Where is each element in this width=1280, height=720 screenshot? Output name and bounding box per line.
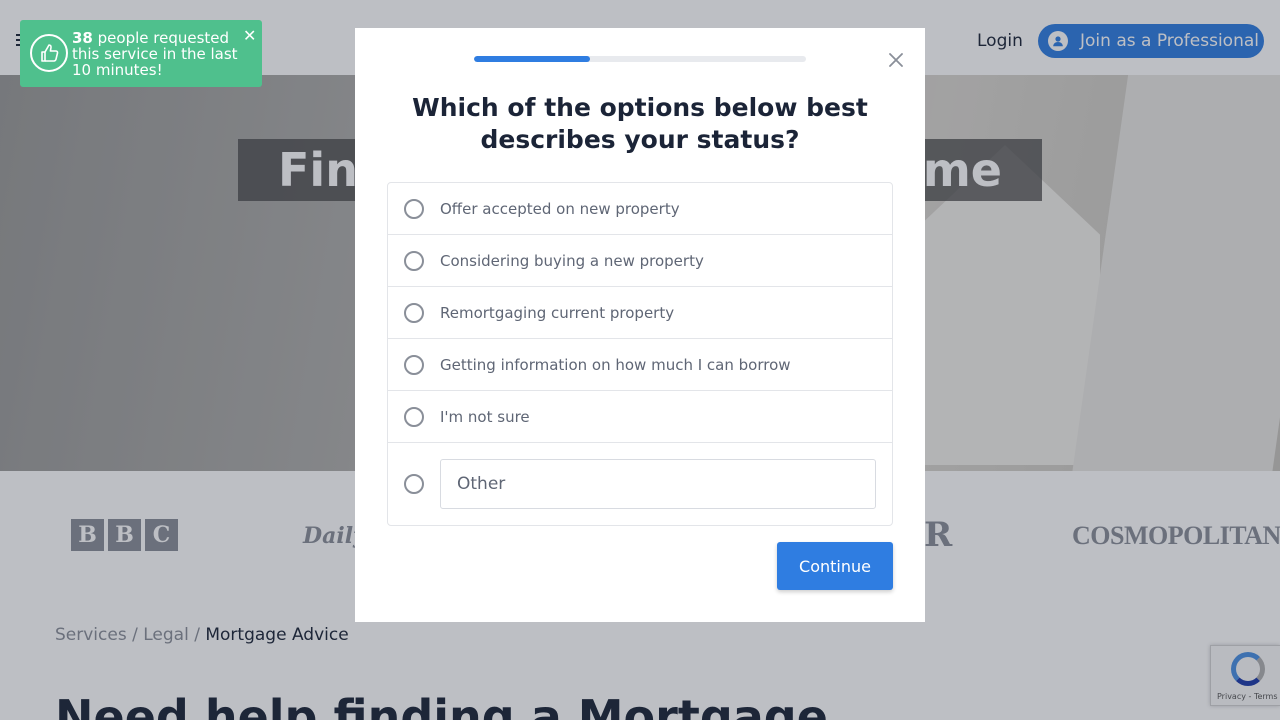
option-borrowing-info[interactable]: Getting information on how much I can bo… — [388, 339, 892, 391]
option-considering-buying[interactable]: Considering buying a new property — [388, 235, 892, 287]
option-label: Considering buying a new property — [440, 251, 704, 270]
progress-bar — [474, 56, 806, 62]
option-not-sure[interactable]: I'm not sure — [388, 391, 892, 443]
close-icon[interactable] — [887, 51, 905, 69]
other-text-input[interactable] — [440, 459, 876, 509]
option-remortgaging[interactable]: Remortgaging current property — [388, 287, 892, 339]
radio-button[interactable] — [404, 199, 424, 219]
activity-toast: 38 people requested this service in the … — [20, 20, 262, 87]
option-label: Remortgaging current property — [440, 303, 675, 322]
option-label: Offer accepted on new property — [440, 199, 680, 218]
toast-message: 38 people requested this service in the … — [72, 30, 244, 78]
toast-close-icon[interactable]: ✕ — [243, 28, 257, 44]
options-list: Offer accepted on new property Consideri… — [387, 182, 893, 526]
thumbs-up-icon — [30, 34, 68, 72]
continue-button[interactable]: Continue — [777, 542, 893, 590]
radio-button[interactable] — [404, 474, 424, 494]
option-other[interactable] — [388, 443, 892, 525]
radio-button[interactable] — [404, 355, 424, 375]
option-offer-accepted[interactable]: Offer accepted on new property — [388, 183, 892, 235]
radio-button[interactable] — [404, 251, 424, 271]
option-label: I'm not sure — [440, 407, 530, 426]
modal-question: Which of the options below best describe… — [412, 93, 868, 154]
status-question-modal: Which of the options below best describe… — [355, 28, 925, 622]
progress-bar-fill — [474, 56, 591, 62]
radio-button[interactable] — [404, 303, 424, 323]
radio-button[interactable] — [404, 407, 424, 427]
toast-text: people requested this service in the las… — [72, 29, 238, 79]
option-label: Getting information on how much I can bo… — [440, 355, 791, 374]
